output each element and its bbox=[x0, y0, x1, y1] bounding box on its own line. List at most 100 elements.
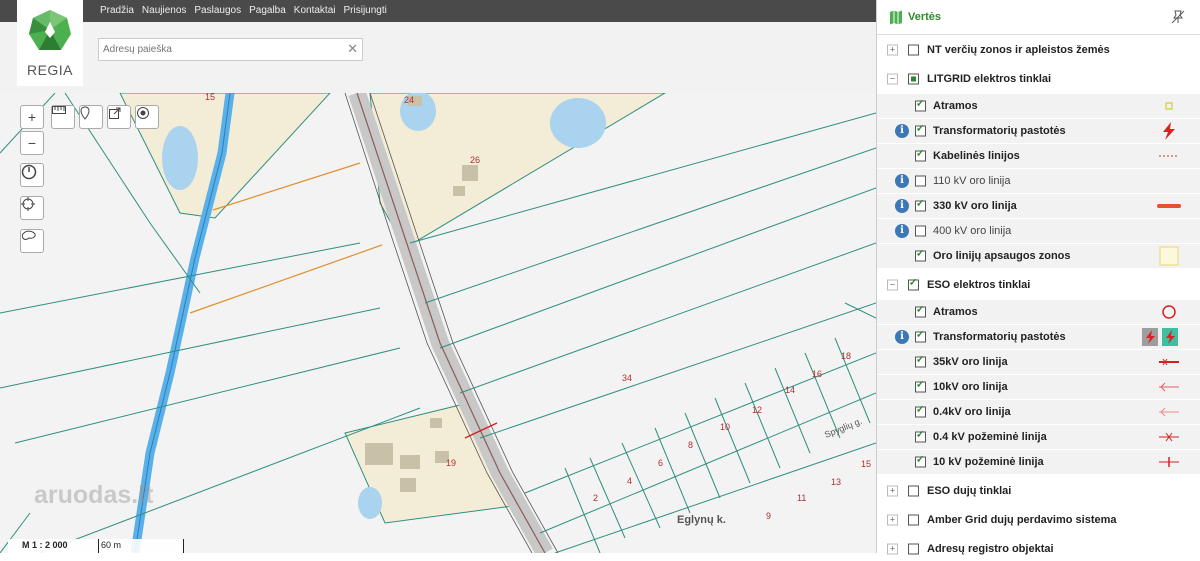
layer-label: 0.4 kV požeminė linija bbox=[933, 431, 1047, 443]
layer-checkbox[interactable] bbox=[908, 543, 919, 554]
clear-search-icon[interactable]: ✕ bbox=[347, 41, 358, 57]
draw-polygon-button[interactable] bbox=[20, 229, 44, 253]
info-icon[interactable]: i bbox=[895, 174, 909, 188]
layer-checkbox[interactable] bbox=[915, 455, 926, 468]
zoom-in-button[interactable]: + bbox=[20, 105, 44, 129]
small-square-symbol-icon bbox=[1165, 102, 1173, 110]
layer-checkbox[interactable] bbox=[908, 73, 919, 84]
expand-icon[interactable]: + bbox=[887, 44, 898, 55]
nav-link-contacts[interactable]: Kontaktai bbox=[294, 5, 336, 16]
layer-item-eso-supports[interactable]: Atramos bbox=[877, 299, 1200, 324]
parcel-label: 13 bbox=[831, 477, 841, 487]
layer-checkbox[interactable] bbox=[915, 380, 926, 393]
layer-group-nt-zones[interactable]: + NT verčių zonos ir apleistos žemės bbox=[877, 37, 1200, 62]
nav-link-help[interactable]: Pagalba bbox=[249, 5, 286, 16]
nav-link-services[interactable]: Paslaugos bbox=[194, 5, 241, 16]
logo[interactable]: REGIA bbox=[17, 0, 83, 86]
watermark: aruodas.lt bbox=[34, 481, 154, 509]
layer-checkbox[interactable] bbox=[915, 305, 926, 318]
nav-link-news[interactable]: Naujienos bbox=[142, 5, 186, 16]
clock-icon bbox=[21, 164, 37, 180]
layer-item-10kv-underground[interactable]: 10 kV požeminė linija bbox=[877, 449, 1200, 474]
layer-item-litgrid-substations[interactable]: i Transformatorių pastotės bbox=[877, 118, 1200, 143]
parcel-label: 6 bbox=[658, 458, 663, 468]
layer-checkbox[interactable] bbox=[915, 405, 926, 418]
export-button[interactable] bbox=[107, 105, 131, 129]
expand-icon[interactable]: + bbox=[887, 485, 898, 496]
layer-group-amber-grid[interactable]: + Amber Grid dujų perdavimo sistema bbox=[877, 507, 1200, 532]
expand-icon[interactable]: + bbox=[887, 514, 898, 525]
layer-item-litgrid-supports[interactable]: Atramos bbox=[877, 93, 1200, 118]
layer-label: 35kV oro linija bbox=[933, 356, 1008, 368]
collapse-icon[interactable]: − bbox=[887, 73, 898, 84]
layer-label: 0.4kV oro linija bbox=[933, 406, 1011, 418]
layer-checkbox[interactable] bbox=[915, 99, 926, 112]
layer-group-eso-gas[interactable]: + ESO dujų tinklai bbox=[877, 478, 1200, 503]
layer-item-35kv[interactable]: 35kV oro linija bbox=[877, 349, 1200, 374]
address-search-input[interactable] bbox=[99, 39, 347, 59]
layer-item-litgrid-cables[interactable]: Kabelinės linijos bbox=[877, 143, 1200, 168]
marker-tool-button[interactable] bbox=[79, 105, 103, 129]
layer-group-label: ESO dujų tinklai bbox=[927, 484, 1012, 497]
layer-checkbox[interactable] bbox=[915, 430, 926, 443]
parcel-label: 15 bbox=[205, 93, 215, 102]
layer-checkbox[interactable] bbox=[915, 175, 926, 187]
measure-tool-button[interactable] bbox=[51, 105, 75, 129]
logo-text: REGIA bbox=[26, 62, 74, 78]
layer-label: Kabelinės linijos bbox=[933, 150, 1020, 162]
lightning-boxes-symbol-icon bbox=[1142, 328, 1178, 346]
target-icon bbox=[137, 107, 149, 119]
layer-item-04kv-underground[interactable]: 0.4 kV požeminė linija bbox=[877, 424, 1200, 449]
map-icon bbox=[890, 10, 902, 25]
layer-checkbox[interactable] bbox=[908, 44, 919, 55]
info-icon[interactable]: i bbox=[895, 124, 909, 138]
layer-item-400kv[interactable]: i 400 kV oro linija bbox=[877, 218, 1200, 243]
layer-group-litgrid[interactable]: − LITGRID elektros tinklai bbox=[877, 66, 1200, 91]
layer-checkbox[interactable] bbox=[915, 149, 926, 162]
crosshair-button[interactable] bbox=[20, 196, 44, 220]
info-icon[interactable]: i bbox=[895, 224, 909, 238]
unpin-icon[interactable] bbox=[1171, 10, 1185, 24]
layer-checkbox[interactable] bbox=[908, 277, 919, 290]
layer-label: Atramos bbox=[933, 100, 978, 112]
map-canvas[interactable]: 15 24 26 34 19 18 16 14 12 10 8 6 4 2 13… bbox=[0, 93, 876, 553]
nav-link-home[interactable]: Pradžia bbox=[100, 5, 134, 16]
scale-bar: M 1 : 2 000 60 m bbox=[8, 539, 184, 553]
layer-item-04kv[interactable]: 0.4kV oro linija bbox=[877, 399, 1200, 424]
layer-checkbox[interactable] bbox=[915, 355, 926, 368]
layer-checkbox[interactable] bbox=[915, 249, 926, 262]
layer-label: 10 kV požeminė linija bbox=[933, 456, 1044, 468]
layer-checkbox[interactable] bbox=[915, 330, 926, 343]
layer-item-330kv[interactable]: i 330 kV oro linija bbox=[877, 193, 1200, 218]
layer-label: 10kV oro linija bbox=[933, 381, 1008, 393]
layer-item-110kv[interactable]: i 110 kV oro linija bbox=[877, 168, 1200, 193]
history-button[interactable] bbox=[20, 163, 44, 187]
line-arrow-light-symbol-icon bbox=[1159, 407, 1179, 417]
scale-divider bbox=[98, 539, 99, 553]
layer-group-address-registry[interactable]: + Adresų registro objektai bbox=[877, 536, 1200, 561]
info-icon[interactable]: i bbox=[895, 199, 909, 213]
layer-checkbox[interactable] bbox=[908, 514, 919, 525]
layer-item-eso-substations[interactable]: i Transformatorių pastotės bbox=[877, 324, 1200, 349]
zoom-out-button[interactable]: − bbox=[20, 131, 44, 155]
nav-link-login[interactable]: Prisijungti bbox=[344, 5, 387, 16]
layer-label: Transformatorių pastotės bbox=[933, 331, 1066, 343]
layer-checkbox[interactable] bbox=[908, 485, 919, 496]
layer-checkbox[interactable] bbox=[915, 225, 926, 237]
scale-end bbox=[183, 539, 184, 553]
layer-label: Transformatorių pastotės bbox=[933, 125, 1066, 137]
expand-icon[interactable]: + bbox=[887, 543, 898, 554]
info-icon[interactable]: i bbox=[895, 330, 909, 344]
layer-item-protection-zones[interactable]: Oro linijų apsaugos zonos bbox=[877, 243, 1200, 268]
parcel-label: 26 bbox=[470, 155, 480, 165]
locate-button[interactable] bbox=[135, 105, 159, 129]
line-tick-symbol-icon bbox=[1159, 457, 1179, 467]
lasso-icon bbox=[21, 230, 36, 240]
layer-checkbox[interactable] bbox=[915, 199, 926, 212]
layer-item-10kv[interactable]: 10kV oro linija bbox=[877, 374, 1200, 399]
lightning-symbol-icon bbox=[1163, 122, 1175, 140]
collapse-icon[interactable]: − bbox=[887, 279, 898, 290]
layer-checkbox[interactable] bbox=[915, 124, 926, 137]
parcel-label: 16 bbox=[812, 369, 822, 379]
layer-group-eso-electric[interactable]: − ESO elektros tinklai bbox=[877, 272, 1200, 297]
